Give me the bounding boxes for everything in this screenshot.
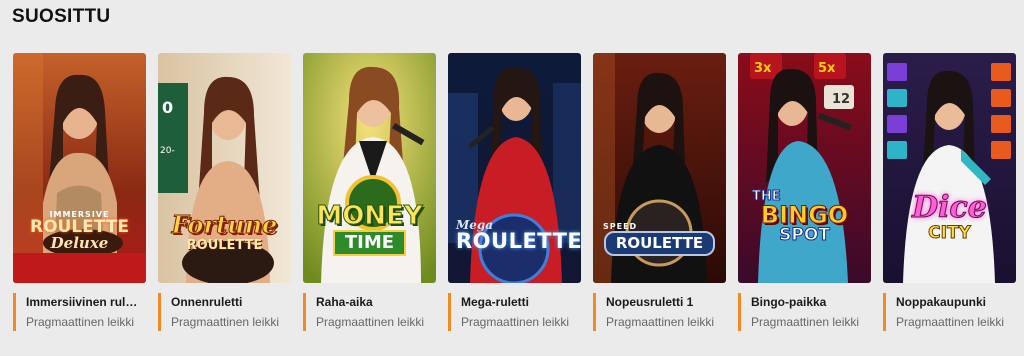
section-title: SUOSITTU [12, 6, 111, 27]
svg-text:12: 12 [832, 92, 850, 107]
accent-bar [883, 293, 886, 331]
accent-bar [593, 293, 596, 331]
game-title[interactable]: Mega-ruletti [461, 295, 581, 309]
game-thumbnail[interactable]: Mega ROULETTE [448, 53, 581, 283]
game-provider: Pragmaattinen leikki [751, 315, 860, 329]
svg-text:20-: 20- [160, 146, 175, 156]
game-thumbnail[interactable]: 0 20- Fortune ROULETTE [158, 53, 291, 283]
game-title[interactable]: Nopeusruletti 1 [606, 295, 726, 309]
game-provider: Pragmaattinen leikki [606, 315, 715, 329]
game-title[interactable]: Onnenruletti [171, 295, 291, 309]
game-provider: Pragmaattinen leikki [316, 315, 425, 329]
game-card[interactable]: Mega ROULETTE Mega-ruletti Pragmaattinen… [448, 53, 581, 333]
svg-text:0: 0 [162, 98, 173, 117]
game-provider: Pragmaattinen leikki [461, 315, 570, 329]
game-card[interactable]: Dice CITY Noppakaupunki Pragmaattinen le… [883, 53, 1016, 333]
game-row: IMMERSIVE ROULETTE Deluxe Immersiivinen … [13, 53, 1017, 333]
game-provider: Pragmaattinen leikki [896, 315, 1005, 329]
accent-bar [738, 293, 741, 331]
accent-bar [13, 293, 16, 331]
game-title[interactable]: Noppakaupunki [896, 295, 1016, 309]
svg-text:5x: 5x [818, 61, 836, 76]
accent-bar [303, 293, 306, 331]
game-card[interactable]: 3x 5x 12 THE BINGO SPOT Bingo-paikka Pra… [738, 53, 871, 333]
game-card[interactable]: SPEED ROULETTE Nopeusruletti 1 Pragmaatt… [593, 53, 726, 333]
game-provider: Pragmaattinen leikki [26, 315, 135, 329]
game-thumbnail[interactable]: MONEY TIME [303, 53, 436, 283]
game-thumbnail[interactable]: SPEED ROULETTE [593, 53, 726, 283]
game-title[interactable]: Immersiivinen rul… [26, 295, 146, 309]
game-title[interactable]: Raha-aika [316, 295, 436, 309]
game-card[interactable]: MONEY TIME Raha-aika Pragmaattinen leikk… [303, 53, 436, 333]
game-card[interactable]: 0 20- Fortune ROULETTE Onnenruletti Prag… [158, 53, 291, 333]
game-card[interactable]: IMMERSIVE ROULETTE Deluxe Immersiivinen … [13, 53, 146, 333]
accent-bar [158, 293, 161, 331]
game-title[interactable]: Bingo-paikka [751, 295, 871, 309]
game-provider: Pragmaattinen leikki [171, 315, 280, 329]
game-thumbnail[interactable]: 3x 5x 12 THE BINGO SPOT [738, 53, 871, 283]
game-thumbnail[interactable]: IMMERSIVE ROULETTE Deluxe [13, 53, 146, 283]
svg-text:3x: 3x [754, 61, 772, 76]
accent-bar [448, 293, 451, 331]
game-thumbnail[interactable]: Dice CITY [883, 53, 1016, 283]
